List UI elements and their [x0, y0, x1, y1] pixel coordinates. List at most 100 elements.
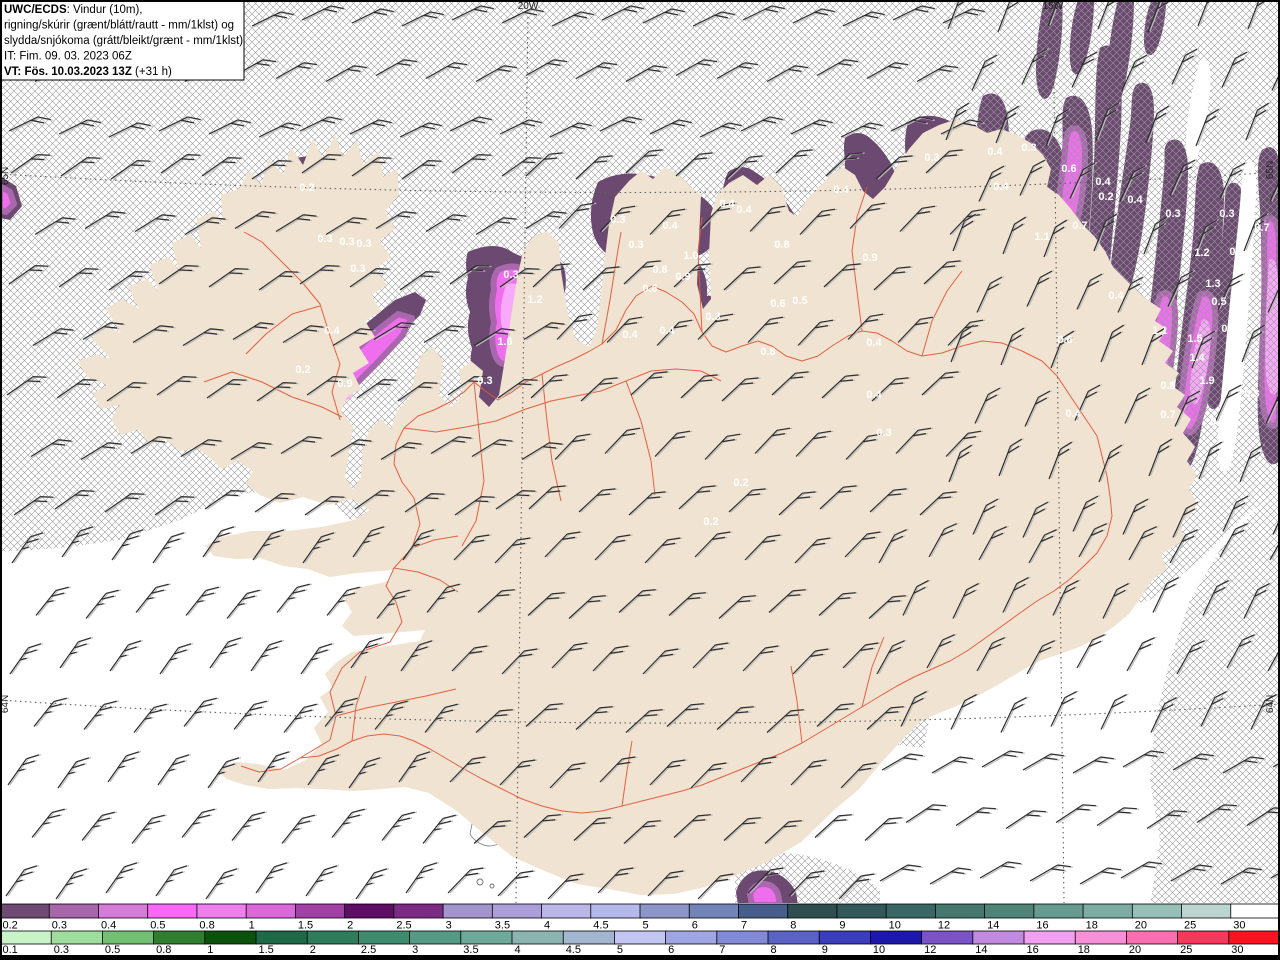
- colorbar-segment: [255, 930, 309, 945]
- island-vestmannaeyjar-2: [489, 883, 495, 889]
- colorbar-segment: [614, 930, 667, 945]
- colorbar-tick-label: 10: [873, 944, 885, 956]
- colorbar-segment: [48, 903, 100, 919]
- colorbar-tick-label: 12: [924, 944, 936, 956]
- colorbar-tick-label: 2.5: [361, 944, 376, 956]
- colorbar-segment: [1177, 930, 1230, 945]
- colorbar-segment: [0, 903, 51, 919]
- colorbar-segment: [102, 930, 155, 945]
- precip-value-label: 0.3: [356, 238, 371, 250]
- graticule-label: 15W: [1043, 1, 1064, 12]
- colorbar-tick-label: 25: [1180, 944, 1192, 956]
- precip-value-label: 0.5: [792, 295, 807, 307]
- precip-value-label: 0.4: [719, 198, 735, 210]
- colorbar-segment: [1131, 903, 1183, 919]
- colorbar-segment: [639, 903, 691, 919]
- colorbar-segment: [1228, 930, 1280, 945]
- colorbar-tick-label: 7: [719, 944, 725, 956]
- colorbar-tick-label: 9: [839, 920, 845, 932]
- colorbar-segment: [245, 903, 297, 919]
- precip-value-label: 1.5: [1187, 333, 1202, 345]
- precip-value-label: 0.3: [1165, 208, 1180, 220]
- colorbar-tick-label: 2.5: [396, 920, 411, 932]
- precip-value-label: 1.0: [497, 336, 512, 348]
- precip-value-label: 0.3: [1021, 142, 1036, 154]
- colorbar-segment: [870, 930, 923, 945]
- colorbar-tick-label: 0.1: [3, 944, 18, 956]
- colorbar-segment: [590, 903, 642, 919]
- colorbar-segment: [442, 903, 494, 919]
- colorbar-segment: [294, 903, 346, 919]
- colorbar-tick-label: 0.5: [150, 920, 165, 932]
- legend-line-5: VT: Fös. 10.03.2023 13Z (+31 h): [4, 66, 172, 78]
- colorbar-segment: [738, 903, 789, 919]
- precip-value-label: 0.3: [339, 236, 354, 248]
- precip-value-label: 0.6: [642, 283, 657, 295]
- precip-value-label: 0.3: [705, 311, 720, 323]
- colorbar-segment: [688, 903, 740, 919]
- legend-line-4: IT: Fim. 09. 03. 2023 06Z: [4, 51, 132, 63]
- colorbar-segment: [767, 930, 821, 945]
- colorbar-tick-label: 4.5: [593, 920, 608, 932]
- precip-value-label: 0.7: [1254, 222, 1269, 234]
- colorbar-tick-label: 1.5: [259, 944, 274, 956]
- colorbar-tick-label: 30: [1233, 920, 1245, 932]
- colorbar-segment: [491, 903, 543, 919]
- colorbar-tick-label: 10: [889, 920, 901, 932]
- colorbar-segment: [665, 930, 718, 945]
- colorbar-segment: [836, 903, 888, 919]
- precip-value-label: 0.4: [659, 325, 675, 337]
- precip-value-label: 0.9: [675, 271, 690, 283]
- colorbar-segment: [921, 930, 974, 945]
- colorbar-tick-label: 12: [938, 920, 950, 932]
- precip-value-label: 1.1: [1034, 231, 1049, 243]
- precip-value-label: 0.8: [774, 239, 789, 251]
- weather-map-page: 0.2 0.3 0.3 0.3 0.3 0.4 0.2 0.9 0.3 1.2 1.0 0.3 0.3 0…: [0, 0, 1280, 960]
- colorbar-segment: [511, 930, 565, 945]
- colorbar-segment: [787, 903, 838, 919]
- colorbar-segment: [344, 903, 395, 919]
- colorbar-tick-label: 0.2: [3, 920, 18, 932]
- precip-value-label: 0.3: [317, 233, 332, 245]
- colorbar-segment: [885, 903, 937, 919]
- colorbar-tick-label: 16: [1036, 920, 1048, 932]
- colorbar-segment: [196, 903, 248, 919]
- colorbar-tick-label: 3.5: [463, 944, 478, 956]
- precip-value-label: 0.8: [652, 264, 667, 276]
- colorbar-tick-label: 25: [1184, 920, 1196, 932]
- precip-value-label: 0.4: [736, 204, 752, 216]
- precip-value-label: 0.3: [1221, 323, 1236, 335]
- precip-value-label: 0.3: [924, 152, 939, 164]
- colorbar-tick-label: 20: [1129, 944, 1141, 956]
- colorbar-segment: [1023, 930, 1077, 945]
- precip-value-label: 0.3: [1219, 208, 1234, 220]
- colorbar-tick-label: 3.5: [495, 920, 510, 932]
- colorbar-tick-label: 6: [692, 920, 698, 932]
- precip-value-label: 0.2: [299, 182, 314, 194]
- precip-value-label: 0.4: [866, 337, 882, 349]
- colorbar-tick-label: 14: [975, 944, 987, 956]
- precip-value-label: 0.3: [876, 427, 891, 439]
- colorbar-segment: [1074, 930, 1128, 945]
- colorbar-segment: [562, 930, 616, 945]
- colorbar-segment: [934, 903, 986, 919]
- colorbar-tick-label: 16: [1027, 944, 1039, 956]
- colorbar-tick-label: 0.4: [101, 920, 116, 932]
- colorbar-segment: [0, 930, 53, 945]
- colorbar-tick-label: 4: [515, 944, 521, 956]
- precip-value-label: 1.0: [683, 250, 698, 262]
- colorbar-segment: [306, 930, 360, 945]
- colorbar-tick-label: 1: [249, 920, 255, 932]
- colorbar-tick-label: 6: [668, 944, 674, 956]
- precip-value-label: 0.2: [703, 516, 718, 528]
- legend-line-3: slydda/snjókoma (grátt/bleikt/grænt - mm…: [4, 35, 243, 47]
- colorbar-segment: [1230, 903, 1280, 919]
- colorbar-segment: [541, 903, 592, 919]
- colorbar-segment: [98, 903, 149, 919]
- legend-model-name: UWC/ECDS: [4, 4, 67, 16]
- precip-value-label: 0.7: [1072, 220, 1087, 232]
- colorbar-segment: [972, 930, 1025, 945]
- colorbar-tick-label: 0.3: [54, 944, 69, 956]
- island-vestmannaeyjar: [476, 878, 484, 886]
- colorbar-tick-label: 3: [446, 920, 452, 932]
